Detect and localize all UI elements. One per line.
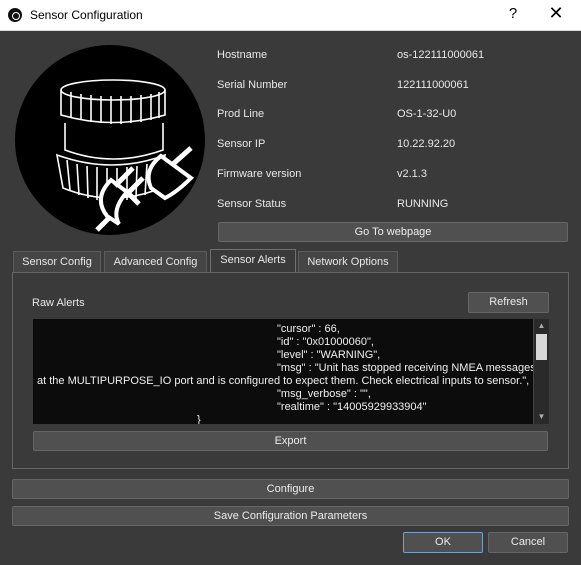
firmware-label: Firmware version xyxy=(217,168,302,180)
tab-sensor-config[interactable]: Sensor Config xyxy=(13,251,101,273)
tab-network-options[interactable]: Network Options xyxy=(298,251,398,273)
serial-number-value: 122111000061 xyxy=(397,79,469,91)
alert-line-level: "level" : "WARNING", xyxy=(277,349,381,361)
refresh-button[interactable]: Refresh xyxy=(468,292,549,313)
alert-line-msg-cont: at the MULTIPURPOSE_IO port and is confi… xyxy=(37,375,530,387)
go-to-webpage-button[interactable]: Go To webpage xyxy=(218,222,568,242)
scroll-down-icon[interactable]: ▼ xyxy=(534,410,549,424)
alert-line-msg-verbose: "msg_verbose" : "", xyxy=(277,388,371,400)
ok-button[interactable]: OK xyxy=(403,532,483,553)
serial-number-label: Serial Number xyxy=(217,79,288,91)
sensor-ip-value: 10.22.92.20 xyxy=(397,138,456,150)
close-button[interactable]: ✕ xyxy=(547,3,565,24)
alert-line-realtime: "realtime" : "14005929933904" xyxy=(277,401,427,413)
configure-button[interactable]: Configure xyxy=(12,479,569,499)
hostname-value: os-122111000061 xyxy=(397,49,485,61)
sensor-status-value: RUNNING xyxy=(397,198,449,210)
sensor-ip-label: Sensor IP xyxy=(217,138,266,150)
raw-alerts-text[interactable]: , "cursor" : 66, "id" : "0x01000060", "l… xyxy=(33,319,549,424)
firmware-value: v2.1.3 xyxy=(397,168,427,180)
cancel-button[interactable]: Cancel xyxy=(488,532,568,553)
tab-advanced-config[interactable]: Advanced Config xyxy=(104,251,207,273)
scroll-up-icon[interactable]: ▲ xyxy=(534,319,549,333)
title-bar: Sensor Configuration ? ✕ xyxy=(0,0,581,31)
alert-line-msg: "msg" : "Unit has stopped receiving NMEA… xyxy=(277,362,536,374)
sensor-plug-logo xyxy=(15,45,205,235)
save-config-button[interactable]: Save Configuration Parameters xyxy=(12,506,569,526)
tab-sensor-alerts[interactable]: Sensor Alerts xyxy=(210,249,296,273)
export-button[interactable]: Export xyxy=(33,431,548,451)
prod-line-value: OS-1-32-U0 xyxy=(397,108,457,120)
sensor-status-label: Sensor Status xyxy=(217,198,287,210)
raw-alerts-heading: Raw Alerts xyxy=(32,297,85,309)
hostname-label: Hostname xyxy=(217,49,268,61)
alerts-scrollbar[interactable]: ▲ ▼ xyxy=(533,319,549,424)
alert-line-cursor: "cursor" : 66, xyxy=(277,323,340,335)
app-icon xyxy=(8,8,22,22)
prod-line-label: Prod Line xyxy=(217,108,265,120)
alert-line-id: "id" : "0x01000060", xyxy=(277,336,374,348)
window-title: Sensor Configuration xyxy=(30,8,143,22)
alert-line-close-brace: } xyxy=(197,414,201,424)
scrollbar-thumb[interactable] xyxy=(536,334,547,360)
help-button[interactable]: ? xyxy=(506,5,520,22)
